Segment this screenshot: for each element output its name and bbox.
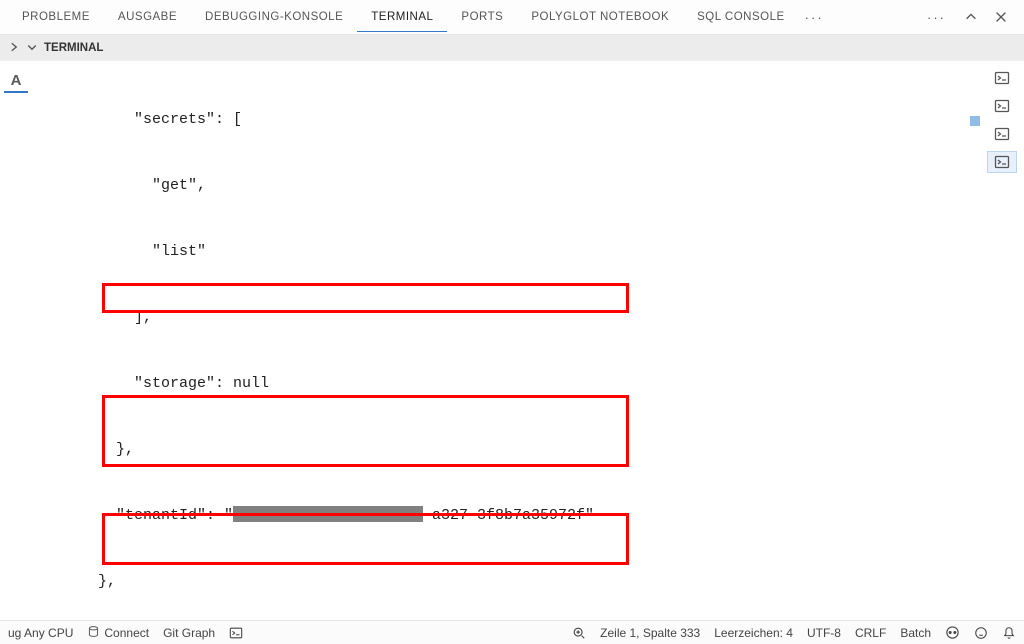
scrollbar-thumb[interactable] — [970, 116, 980, 126]
terminal-list-rail — [980, 61, 1024, 620]
terminal-instance-icon[interactable] — [987, 123, 1017, 145]
term-line: "list" — [62, 241, 980, 263]
panel-chevron-up-icon[interactable] — [960, 6, 982, 28]
term-line: "get", — [62, 175, 980, 197]
sb-terminal-icon[interactable] — [229, 626, 243, 640]
terminal-output[interactable]: "secrets": [ "get", "list" ], "storage":… — [32, 61, 980, 620]
term-line: "storage": null — [62, 373, 980, 395]
term-line: ], — [62, 307, 980, 329]
status-bar: ug Any CPU Connect Git Graph Zeile 1, Sp… — [0, 620, 1024, 644]
azure-icon[interactable]: A — [4, 69, 28, 93]
panel-tabs: PROBLEME AUSGABE DEBUGGING-KONSOLE TERMI… — [0, 0, 1024, 35]
sb-cursor-position[interactable]: Zeile 1, Spalte 333 — [600, 626, 700, 640]
tab-sql[interactable]: SQL CONSOLE — [683, 3, 799, 31]
chevron-right-icon[interactable] — [8, 41, 20, 56]
sb-copilot-icon[interactable] — [945, 625, 960, 640]
activity-bar: A — [0, 61, 32, 620]
term-line: }, — [62, 571, 980, 593]
terminal-instance-icon[interactable] — [987, 151, 1017, 173]
redacted-block — [233, 506, 423, 522]
sb-zoom-icon[interactable] — [572, 626, 586, 640]
term-line: }, — [62, 439, 980, 461]
chevron-down-icon[interactable] — [26, 41, 38, 56]
tab-terminal[interactable]: TERMINAL — [357, 3, 447, 32]
tab-ausgabe[interactable]: AUSGABE — [104, 3, 191, 31]
sb-indentation[interactable]: Leerzeichen: 4 — [714, 626, 793, 640]
sb-debug-target[interactable]: ug Any CPU — [8, 626, 73, 640]
sb-language-mode[interactable]: Batch — [900, 626, 931, 640]
sb-bell-icon[interactable] — [1002, 626, 1016, 640]
tabs-overflow[interactable]: ··· — [799, 10, 830, 25]
panel-header: TERMINAL — [0, 35, 1024, 61]
term-line: "tenantId": "-a327-3f8b7a35972f" — [62, 505, 980, 527]
tab-probleme[interactable]: PROBLEME — [8, 3, 104, 31]
tab-debugging[interactable]: DEBUGGING-KONSOLE — [191, 3, 357, 31]
sb-connect[interactable]: Connect — [87, 625, 149, 641]
panel-more-icon[interactable]: ··· — [921, 10, 952, 25]
panel-close-icon[interactable] — [990, 6, 1012, 28]
sb-encoding[interactable]: UTF-8 — [807, 626, 841, 640]
panel-title: TERMINAL — [44, 42, 103, 54]
main-area: A "secrets": [ "get", "list" ], "storage… — [0, 61, 1024, 620]
tab-ports[interactable]: PORTS — [447, 3, 517, 31]
terminal-instance-icon[interactable] — [987, 95, 1017, 117]
database-icon — [87, 625, 100, 641]
sb-git-graph[interactable]: Git Graph — [163, 626, 215, 640]
terminal-instance-icon[interactable] — [987, 67, 1017, 89]
sb-eol[interactable]: CRLF — [855, 626, 886, 640]
sb-feedback-icon[interactable] — [974, 626, 988, 640]
term-line: "secrets": [ — [62, 109, 980, 131]
tab-polyglot[interactable]: POLYGLOT NOTEBOOK — [517, 3, 683, 31]
